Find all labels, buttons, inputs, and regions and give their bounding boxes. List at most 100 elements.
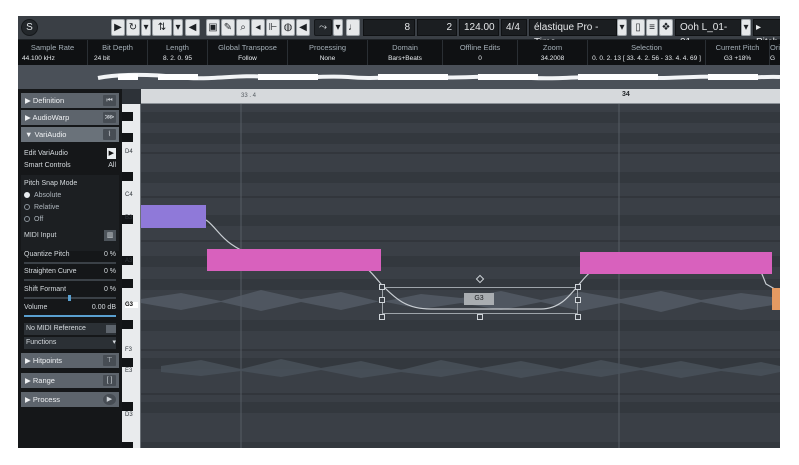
info-domain[interactable]: Domain Bars+Beats (368, 40, 443, 65)
black-key[interactable] (122, 279, 133, 288)
edit-variaudio-row[interactable]: Edit VariAudio ▶ (24, 148, 116, 159)
bar-position-field[interactable]: 8 (363, 19, 415, 36)
scrub-icon[interactable]: ◍ (281, 19, 295, 36)
snap-icon[interactable]: ⇅ (152, 19, 172, 36)
volume-row[interactable]: Volume 0.00 dB (24, 302, 116, 313)
steinberg-logo-icon[interactable]: S (21, 19, 38, 36)
cubes-icon[interactable]: ❖ (659, 19, 673, 36)
black-key[interactable] (122, 442, 133, 448)
black-key[interactable] (122, 402, 133, 411)
info-zoom[interactable]: Zoom 34.2008 (518, 40, 588, 65)
algorithm-select[interactable]: élastique Pro - Time (529, 19, 617, 48)
smart-controls-value[interactable]: All (108, 160, 116, 171)
info-selection[interactable]: Selection 0. 0. 2. 13 [ 33. 4. 2. 56 - 3… (588, 40, 706, 65)
loop-icon[interactable]: ↻ (126, 19, 140, 36)
shift-formant-slider[interactable] (24, 295, 116, 301)
black-key[interactable] (122, 358, 133, 367)
section-audiowarp[interactable]: ▶ AudioWarp ⋙ (21, 110, 119, 125)
info-current-pitch[interactable]: Current Pitch G3 +18% (706, 40, 770, 65)
straighten-curve-slider[interactable] (24, 279, 116, 281)
chevron-down-icon[interactable]: ▾ (741, 19, 751, 36)
info-sample-rate[interactable]: Sample Rate 44.100 kHz (18, 40, 88, 65)
chevron-down-icon[interactable]: ▾ (141, 19, 151, 36)
chevron-down-icon[interactable]: ▾ (333, 19, 343, 36)
segment-handle[interactable] (575, 314, 581, 320)
volume-slider[interactable] (24, 315, 116, 317)
segment-handle[interactable] (379, 297, 385, 303)
pitch-segment-b3[interactable] (141, 205, 206, 228)
segment-handle[interactable] (575, 284, 581, 290)
info-bit-depth[interactable]: Bit Depth 24 bit (88, 40, 148, 65)
tempo-field[interactable]: 124.00 (459, 19, 499, 36)
info-original-pitch[interactable]: Ori G (770, 40, 780, 65)
info-global-transpose[interactable]: Global Transpose Follow (208, 40, 288, 65)
audiowarp-icon[interactable]: ⋙ (103, 112, 116, 123)
midi-reference-icon[interactable] (106, 325, 116, 333)
pitch-segment-g3-orange[interactable] (772, 288, 780, 310)
midi-reference-row[interactable]: No MIDI Reference (24, 323, 116, 335)
info-offline-edits[interactable]: Offline Edits 0 (443, 40, 518, 65)
functions-dropdown[interactable]: Functions ▾ (24, 337, 116, 349)
waveform-overview[interactable] (18, 65, 780, 89)
lane-icon[interactable]: ▯ (631, 19, 645, 36)
midi-input-row[interactable]: MIDI Input ▥ (24, 230, 116, 241)
segment-handle[interactable] (379, 284, 385, 290)
timeline-ruler[interactable]: 33 . 4 34 (141, 89, 780, 104)
radio-off[interactable]: Off (24, 214, 116, 225)
section-range[interactable]: ▶ Range[ ] (21, 373, 119, 388)
draw-tool-icon[interactable]: ✎ (221, 19, 235, 36)
audition-speaker-icon[interactable]: ◀ (185, 19, 200, 36)
black-key[interactable] (122, 320, 133, 329)
radio-relative[interactable]: Relative (24, 202, 116, 213)
section-hitpoints[interactable]: ▶ Hitpoints ⊤ (21, 353, 119, 368)
section-variaudio[interactable]: ▼ VariAudio ⌇ (21, 127, 119, 142)
slider-handle[interactable] (68, 295, 71, 301)
pitch-segment-a3[interactable] (207, 249, 381, 271)
pitch-editor-canvas[interactable]: G3 (141, 104, 780, 448)
auto-scroll-icon[interactable]: ⤳ (314, 19, 332, 36)
speaker-icon[interactable]: ◀ (296, 19, 310, 36)
straighten-curve-value[interactable]: 0 % (104, 266, 116, 277)
selected-note-label[interactable]: G3 (464, 293, 494, 305)
shift-formant-value[interactable]: 0 % (104, 284, 116, 295)
edit-arrow-icon[interactable]: ▶ (106, 148, 116, 159)
info-processing[interactable]: Processing None (288, 40, 368, 65)
keyboard-icon[interactable]: ▥ (104, 230, 116, 241)
black-key[interactable] (122, 112, 133, 121)
beat-position-field[interactable]: 2 (417, 19, 457, 36)
zoom-tool-icon[interactable]: ⌕ (236, 19, 250, 36)
audition-icon[interactable]: ◂ (251, 19, 265, 36)
section-process[interactable]: ▶ Process ▶ (21, 392, 119, 407)
play-icon[interactable]: ▶ (111, 19, 125, 36)
quantize-pitch-slider[interactable] (24, 262, 116, 264)
segment-handle[interactable] (379, 314, 385, 320)
signature-field[interactable]: 4/4 (501, 19, 527, 36)
hitpoints-icon[interactable]: ⊤ (103, 355, 116, 366)
black-key[interactable] (122, 172, 133, 181)
process-icon[interactable]: ▶ (103, 394, 116, 405)
straighten-curve-row[interactable]: Straighten Curve 0 % (24, 266, 116, 277)
radio-absolute[interactable]: Absolute (24, 190, 116, 201)
object-select-icon[interactable]: ▣ (206, 19, 220, 36)
pitch-segment-a3-second[interactable] (580, 252, 772, 274)
segment-handle[interactable] (575, 297, 581, 303)
definition-icon[interactable]: ⏮ (103, 95, 116, 106)
info-length[interactable]: Length 8. 2. 0. 95 (148, 40, 208, 65)
variaudio-icon[interactable]: ⌇ (103, 129, 116, 140)
piano-keyboard[interactable]: D4 C4 B3 A3 G3 F3 E3 D3 C3 (122, 104, 141, 448)
chevron-down-icon[interactable]: ▾ (173, 19, 183, 36)
musical-mode-icon[interactable]: ♩ (346, 19, 360, 36)
volume-value[interactable]: 0.00 dB (92, 302, 116, 313)
black-key[interactable] (122, 133, 133, 142)
smart-controls-row[interactable]: Smart Controls All (24, 160, 116, 171)
range-icon[interactable]: [ ] (103, 375, 116, 386)
event-select[interactable]: Ooh L_01-01 (675, 19, 741, 48)
section-definition[interactable]: ▶ Definition ⏮ (21, 93, 119, 108)
pitch-mode-select[interactable]: ▸ Pitch (753, 19, 780, 48)
chevron-down-icon[interactable]: ▾ (617, 19, 627, 36)
quantize-pitch-value[interactable]: 0 % (104, 249, 116, 260)
quantize-pitch-row[interactable]: Quantize Pitch 0 % (24, 249, 116, 260)
shift-formant-row[interactable]: Shift Formant 0 % (24, 284, 116, 295)
segment-handle[interactable] (477, 314, 483, 320)
list-icon[interactable]: ≡ (646, 19, 658, 36)
